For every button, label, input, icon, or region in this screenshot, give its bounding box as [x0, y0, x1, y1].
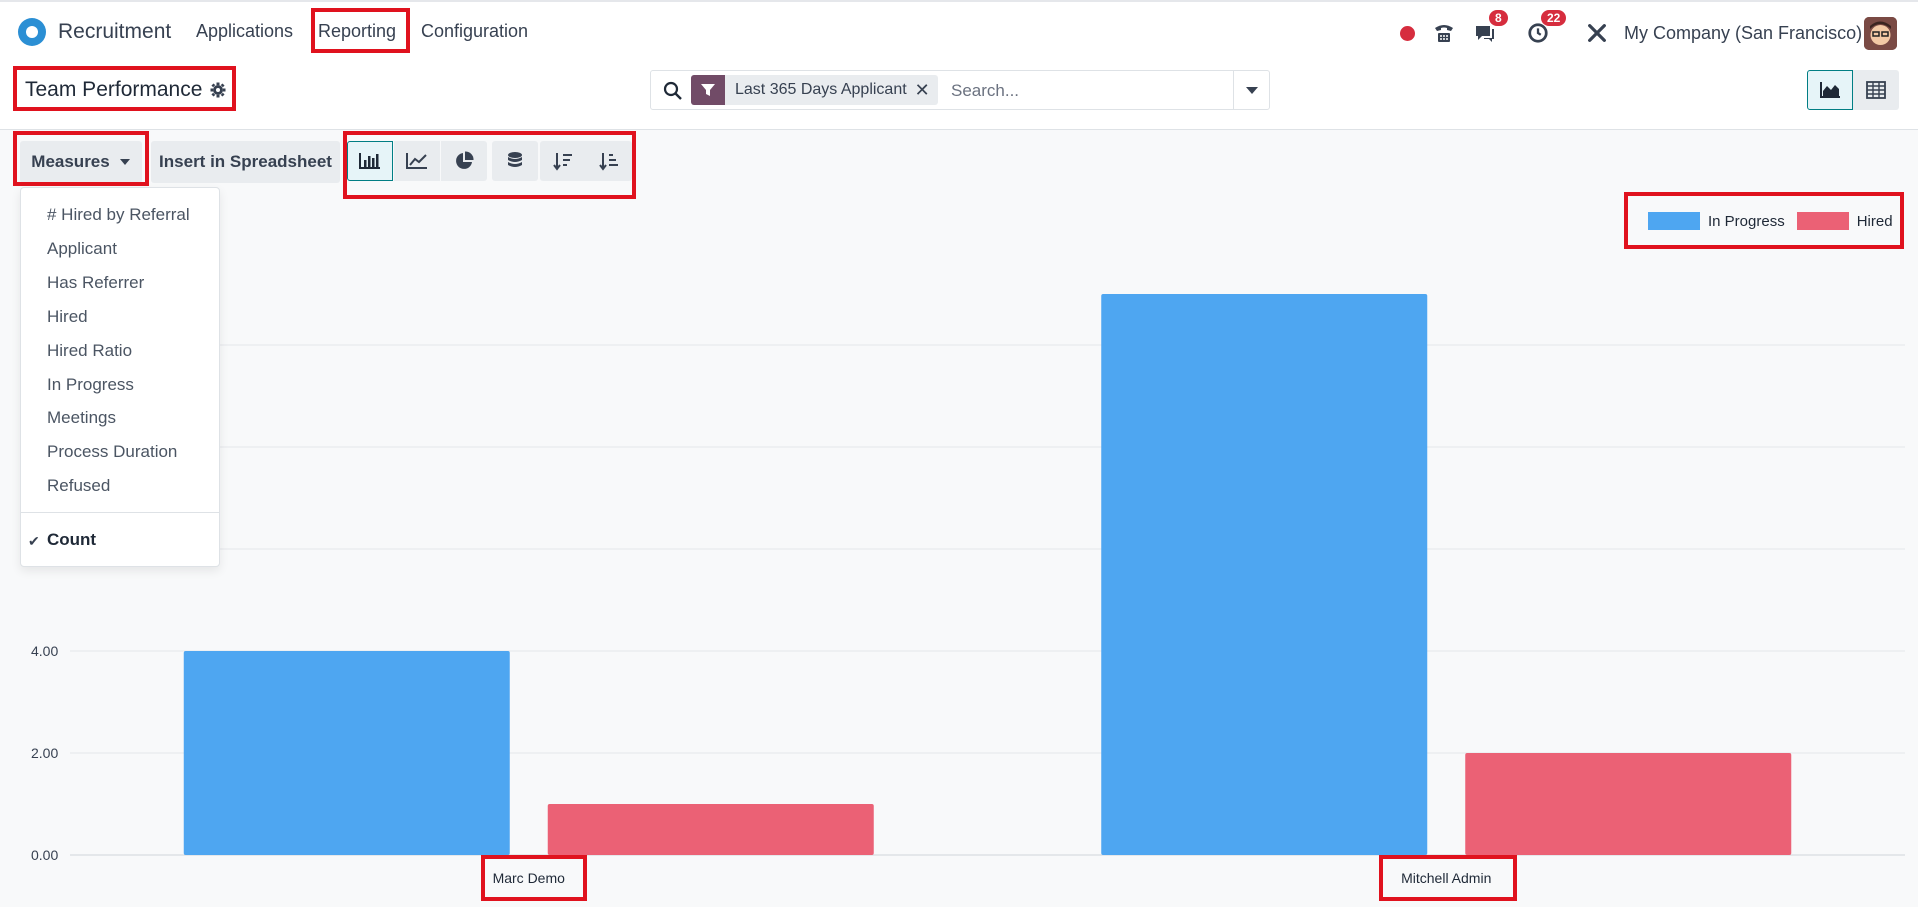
bar-hired	[1465, 753, 1792, 855]
measure-in-progress[interactable]: In Progress	[47, 375, 134, 395]
dropdown-divider	[21, 512, 219, 513]
measure-has-referrer[interactable]: Has Referrer	[47, 273, 144, 293]
y-tick-label: 4.00	[31, 643, 58, 659]
bar-hired	[547, 804, 874, 855]
measure-meetings[interactable]: Meetings	[47, 408, 116, 428]
measure-process-duration[interactable]: Process Duration	[47, 442, 177, 462]
x-tick-label: Marc Demo	[493, 870, 566, 886]
measure-applicant[interactable]: Applicant	[47, 239, 117, 259]
legend-swatch-hired[interactable]	[1796, 212, 1849, 230]
y-tick-label: 2.00	[31, 745, 58, 761]
measure-refused[interactable]: Refused	[47, 476, 110, 496]
x-tick-label: Mitchell Admin	[1401, 870, 1491, 886]
measure-hired-by-referral[interactable]: # Hired by Referral	[47, 205, 190, 225]
measure-count[interactable]: Count	[47, 530, 96, 550]
legend-label-in-progress: In Progress	[1708, 212, 1785, 230]
checkmark-icon: ✔	[28, 533, 40, 549]
legend-label-hired: Hired	[1856, 212, 1893, 230]
measures-dropdown: # Hired by Referral Applicant Has Referr…	[20, 187, 220, 567]
chart-legend: In Progress Hired	[1648, 212, 1893, 230]
bar-chart: 4.00 2.00 0.00 Marc Demo Mitchell Admin	[31, 294, 1905, 886]
measure-hired-ratio[interactable]: Hired Ratio	[47, 341, 132, 361]
bar-in-progress	[1101, 294, 1428, 855]
legend-swatch-in-progress[interactable]	[1648, 212, 1700, 230]
measure-hired[interactable]: Hired	[47, 307, 88, 327]
bar-in-progress	[183, 651, 510, 855]
y-tick-label: 0.00	[31, 847, 58, 863]
